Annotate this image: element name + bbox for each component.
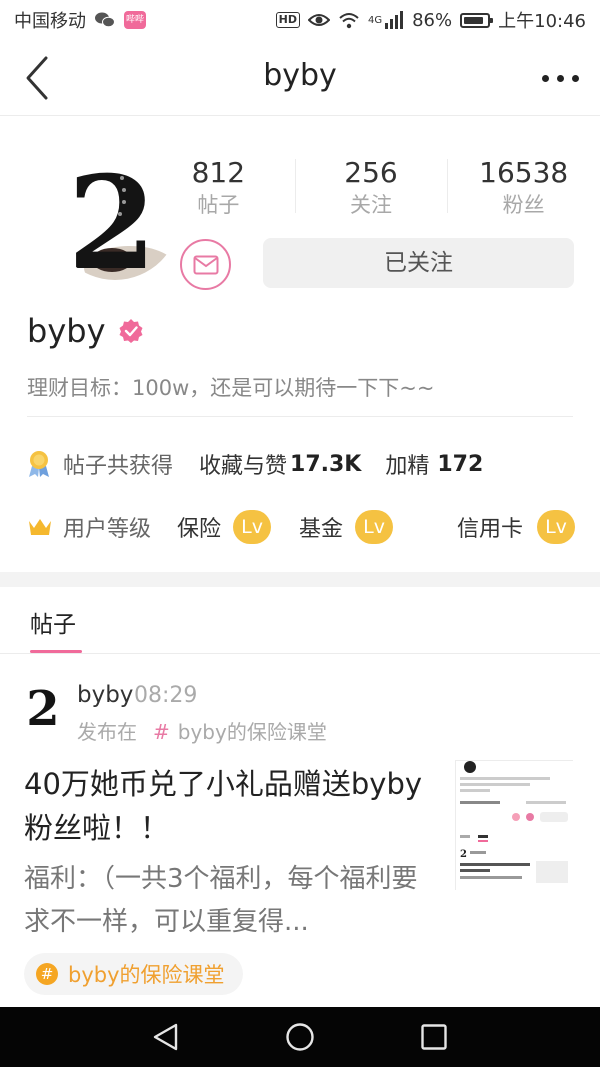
battery-percent: 86% [412, 9, 453, 31]
status-right: HD 4G 86% 上午10:46 [275, 7, 586, 33]
system-recents-icon[interactable] [418, 1021, 450, 1053]
level-badge: Lv [537, 510, 575, 544]
post-excerpt[interactable]: 福利：（一共3个福利，每个福利要求不一样，可以重复得... [24, 858, 424, 944]
level-credit-card[interactable]: 信用卡 Lv [457, 510, 575, 544]
wechat-icon [95, 12, 115, 28]
stat-posts-value: 812 [191, 156, 246, 189]
stat-posts[interactable]: 812 帖子 [142, 155, 295, 217]
signal-icon [385, 11, 404, 29]
app-notification-icon: 哔哔 [124, 11, 146, 29]
published-in-label: 发布在 [77, 720, 137, 744]
stat-following-value: 256 [344, 156, 398, 189]
thumb-avatar-glyph: 2 [460, 849, 467, 860]
featured-value: 172 [437, 451, 484, 477]
hash-icon: # [153, 720, 170, 744]
post-avatar-glyph: 2 [26, 683, 59, 729]
hd-icon: HD [275, 12, 300, 28]
username-row: byby [27, 308, 144, 354]
post-thumbnail-image: 2 [456, 761, 574, 891]
level-credit-card-name: 信用卡 [456, 517, 523, 542]
level-insurance-name: 保险 [177, 517, 222, 542]
stat-following[interactable]: 256 关注 [294, 155, 448, 217]
stat-followers[interactable]: 16538 粉丝 [447, 155, 600, 217]
tab-active-indicator [30, 650, 82, 653]
levels-row: 用户等级 保险 Lv 基金 Lv 信用卡 Lv [27, 505, 575, 549]
system-home-icon[interactable] [284, 1021, 316, 1053]
section-separator [0, 572, 600, 587]
more-dot [556, 74, 564, 82]
clock: 上午10:46 [498, 11, 586, 32]
awards-label: 帖子共获得 [63, 454, 174, 479]
stat-followers-label: 粉丝 [502, 193, 545, 217]
more-dot [541, 74, 549, 82]
more-button[interactable] [538, 60, 582, 96]
carrier-label: 中国移动 [14, 11, 86, 32]
crown-icon [29, 519, 51, 535]
topic-hash-icon: # [36, 963, 58, 985]
level-badge: Lv [355, 510, 394, 544]
profile-stats: 812 帖子 256 关注 16538 粉丝 [142, 155, 600, 217]
level-badge: Lv [233, 510, 272, 544]
level-fund-name: 基金 [299, 517, 344, 542]
username: byby [27, 312, 106, 350]
post-author-name[interactable]: byby [77, 682, 133, 708]
top-nav-bar: byby [0, 40, 600, 116]
awards-row: 帖子共获得 收藏与赞 17.3K 加精 172 [27, 444, 483, 484]
level-fund[interactable]: 基金 Lv [299, 510, 394, 544]
back-button[interactable] [20, 54, 64, 102]
divider [27, 416, 573, 417]
page-title: byby [263, 58, 337, 93]
status-left: 中国移动 哔哔 [14, 7, 146, 33]
stat-followers-value: 16538 [479, 156, 569, 189]
level-insurance[interactable]: 保险 Lv [177, 510, 272, 544]
post-author-avatar[interactable]: 2 [25, 683, 61, 729]
post-topic-tag-label: byby的保险课堂 [68, 963, 225, 987]
more-dot [571, 74, 579, 82]
post-topic-tag[interactable]: # byby的保险课堂 [24, 953, 243, 995]
follow-button[interactable]: 已关注 [263, 238, 574, 288]
post-channel-link[interactable]: byby的保险课堂 [178, 720, 327, 744]
system-back-icon[interactable] [150, 1021, 182, 1053]
post-thumbnail[interactable]: 2 [455, 760, 574, 891]
medal-icon [29, 451, 49, 477]
stat-following-label: 关注 [350, 193, 392, 217]
status-bar: 中国移动 哔哔 HD 4G 86% 上午10:46 [0, 0, 600, 40]
battery-icon [460, 12, 494, 28]
likes-value: 17.3K [290, 451, 362, 477]
featured-label: 加精 [385, 454, 430, 479]
wifi-icon [339, 13, 359, 29]
post-time: 08:29 [134, 683, 198, 708]
network-type: 4G [367, 15, 383, 26]
eye-icon [307, 14, 330, 26]
content-tabs: 帖子 [0, 587, 600, 654]
chevron-left-icon [26, 56, 48, 100]
post-title[interactable]: 40万她币兑了小礼品赠送byby粉丝啦！！ [24, 762, 424, 850]
mail-icon [193, 255, 218, 274]
tab-posts[interactable]: 帖子 [30, 605, 76, 639]
bio-text: 理财目标：100w，还是可以期待一下下~~ [27, 376, 435, 400]
message-button[interactable] [180, 239, 231, 290]
system-nav-bar [0, 1007, 600, 1067]
verified-badge-icon [119, 319, 142, 343]
post-channel-line: 发布在 # byby的保险课堂 [77, 716, 327, 745]
levels-label: 用户等级 [63, 517, 152, 542]
stat-posts-label: 帖子 [197, 193, 240, 217]
likes-label: 收藏与赞 [199, 454, 288, 479]
